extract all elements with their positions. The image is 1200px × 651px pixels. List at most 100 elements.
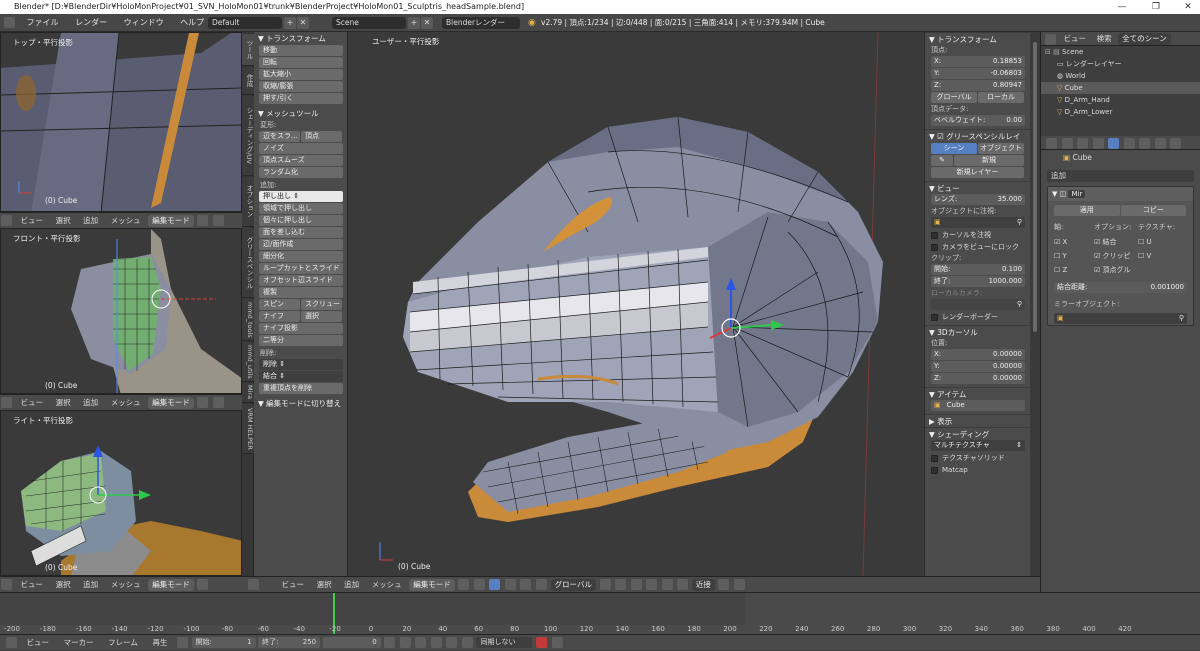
menu-mesh[interactable]: メッシュ (106, 395, 146, 411)
mode-selector[interactable]: 編集モード (148, 579, 194, 591)
proportional-icon[interactable] (661, 579, 673, 590)
panel-editmode-header[interactable]: ▼ 編集モードに切り替え (254, 398, 347, 410)
maximize-button[interactable]: ❐ (1146, 0, 1166, 14)
modifier-tab-icon[interactable] (1108, 138, 1120, 149)
panel-transform-header[interactable]: ▼ トランスフォーム (254, 33, 347, 45)
scene-button[interactable]: シーン (931, 143, 977, 154)
add-layout-button[interactable]: + (284, 17, 296, 29)
panel-3d-cursor-header[interactable]: ▼ 3Dカーソル (925, 325, 1030, 338)
face-select-icon[interactable] (630, 579, 642, 590)
lock-object-field[interactable]: ▣ ⚲ (931, 217, 1025, 228)
vertex-groups-checkbox[interactable]: ☑ 頂点グル (1094, 264, 1131, 276)
menu-add[interactable]: 追加 (78, 395, 103, 411)
menu-add[interactable]: 追加 (78, 577, 103, 593)
bisect-button[interactable]: 二等分 (259, 335, 343, 346)
editor-type-icon[interactable] (6, 637, 17, 648)
pivot-icon[interactable] (212, 397, 224, 408)
delete-dropdown[interactable]: 削除 ⇕ (259, 359, 343, 370)
clip-end-field[interactable]: 終了: 1000.000 (931, 276, 1025, 287)
scale-button[interactable]: 拡大縮小 (259, 69, 343, 80)
copy-button[interactable]: コピー (1120, 205, 1186, 216)
menu-select[interactable]: 選択 (51, 577, 76, 593)
menu-add[interactable]: 追加 (339, 577, 364, 593)
lock-cursor-checkbox[interactable]: カーソルを注視 (925, 229, 1030, 241)
v-checkbox[interactable]: ☐ V (1138, 250, 1151, 262)
menu-view[interactable]: ビュー (16, 577, 49, 593)
outliner-row-world[interactable]: ◍ World (1041, 70, 1200, 82)
bevel-weight-field[interactable]: ベベルウェイト: 0.00 (931, 115, 1025, 126)
tab-options[interactable]: オプション (242, 177, 254, 227)
orientation-selector[interactable]: グローバル (550, 579, 596, 591)
tab-mmd-utils[interactable]: mmd_utils (242, 342, 254, 382)
modifier-name-field[interactable]: Mir (1068, 190, 1086, 198)
sync-mode-selector[interactable]: 同期しない (476, 637, 533, 648)
cursor-z-field[interactable]: Z: 0.00000 (931, 373, 1025, 384)
prev-keyframe-icon[interactable] (399, 637, 411, 648)
tab-create[interactable]: 作成 (242, 67, 254, 95)
make-edge-face-button[interactable]: 辺/面作成 (259, 239, 343, 250)
translate-manip-icon[interactable] (504, 579, 516, 590)
npanel-scrollbar[interactable] (1030, 32, 1040, 576)
outliner-filter-selector[interactable]: 全てのシーン (1118, 33, 1171, 45)
jump-start-icon[interactable] (384, 637, 396, 648)
render-icon[interactable] (733, 579, 745, 590)
menu-select[interactable]: 選択 (51, 395, 76, 411)
render-engine-selector[interactable]: Blenderレンダー (442, 17, 520, 29)
outliner-row-render-layers[interactable]: ▭ レンダーレイヤー (1041, 58, 1200, 70)
axis-z-checkbox[interactable]: ☐ Z (1054, 264, 1094, 276)
remove-scene-button[interactable]: ✕ (421, 17, 433, 29)
menu-select[interactable]: 選択 (51, 213, 76, 229)
object-tab-icon[interactable] (1092, 138, 1104, 149)
mode-selector[interactable]: 編集モード (148, 215, 194, 227)
clip-start-field[interactable]: 開始: 0.100 (931, 264, 1025, 275)
shading-mode-selector[interactable]: マルチテクスチャ ⇕ (931, 440, 1025, 451)
inset-faces-button[interactable]: 面を差し込む (259, 227, 343, 238)
editor-type-icon[interactable] (1, 215, 12, 226)
extrude-region-button[interactable]: 領域で押し出し (259, 203, 343, 214)
loop-cut-slide-button[interactable]: ループカットとスライド (259, 263, 343, 274)
menu-mesh[interactable]: メッシュ (106, 577, 146, 593)
shrink-fatten-button[interactable]: 収縮/膨張 (259, 81, 343, 92)
menu-add[interactable]: 追加 (78, 213, 103, 229)
vertex-slide-button[interactable]: 頂点 (301, 131, 342, 142)
push-pull-button[interactable]: 押す/引く (259, 93, 343, 104)
add-scene-button[interactable]: + (408, 17, 420, 29)
panel-mesh-tools-header[interactable]: ▼ メッシュツール (254, 108, 347, 120)
world-tab-icon[interactable] (1077, 138, 1089, 149)
tab-mira[interactable]: Mira (242, 383, 254, 403)
editor-type-icon[interactable] (1, 397, 12, 408)
keying-set-icon[interactable] (551, 637, 563, 648)
mode-selector[interactable]: 編集モード (148, 397, 194, 409)
menu-help[interactable]: ヘルプ (173, 14, 211, 32)
edge-slide-button[interactable]: 辺をスラ... (259, 131, 300, 142)
play-reverse-icon[interactable] (415, 637, 427, 648)
menu-view[interactable]: ビュー (277, 577, 310, 593)
physics-tab-icon[interactable] (1170, 138, 1182, 149)
tab-grease-pencil[interactable]: グリースペンシル (242, 228, 254, 298)
snap-icon[interactable] (677, 579, 689, 590)
merge-dropdown[interactable]: 結合 ⇕ (259, 371, 343, 382)
local-button[interactable]: ローカル (978, 92, 1024, 103)
global-button[interactable]: グローバル (931, 92, 977, 103)
new-button[interactable]: 新規 (954, 155, 1024, 166)
record-icon[interactable] (536, 637, 548, 648)
render-tab-icon[interactable] (1046, 138, 1057, 149)
add-modifier-dropdown[interactable]: 追加 (1047, 170, 1194, 182)
timeline-menu-marker[interactable]: マーカー (58, 635, 100, 651)
shading-icon[interactable] (197, 215, 209, 226)
tab-shading-uv[interactable]: シェーディング/UV (242, 96, 254, 176)
right-ortho-viewport[interactable]: ライト・平行投影 (0) Cube (0, 410, 242, 576)
menu-window[interactable]: ウィンドウ (117, 14, 171, 32)
jump-end-icon[interactable] (461, 637, 473, 648)
manipulator-icon[interactable] (489, 579, 501, 590)
menu-mesh[interactable]: メッシュ (367, 577, 407, 593)
data-tab-icon[interactable] (1123, 138, 1135, 149)
knife-select-button[interactable]: 選択 (301, 311, 342, 322)
item-name-field[interactable]: ▣ Cube (931, 400, 1025, 411)
pivot-icon[interactable] (473, 579, 485, 590)
offset-edge-slide-button[interactable]: オフセット辺スライド (259, 275, 343, 286)
lock-camera-checkbox[interactable]: カメラをビューにロック (925, 241, 1030, 253)
menu-render[interactable]: レンダー (68, 14, 114, 32)
rotate-button[interactable]: 回転 (259, 57, 343, 68)
vertex-y-field[interactable]: Y: -0.06803 (931, 68, 1025, 79)
